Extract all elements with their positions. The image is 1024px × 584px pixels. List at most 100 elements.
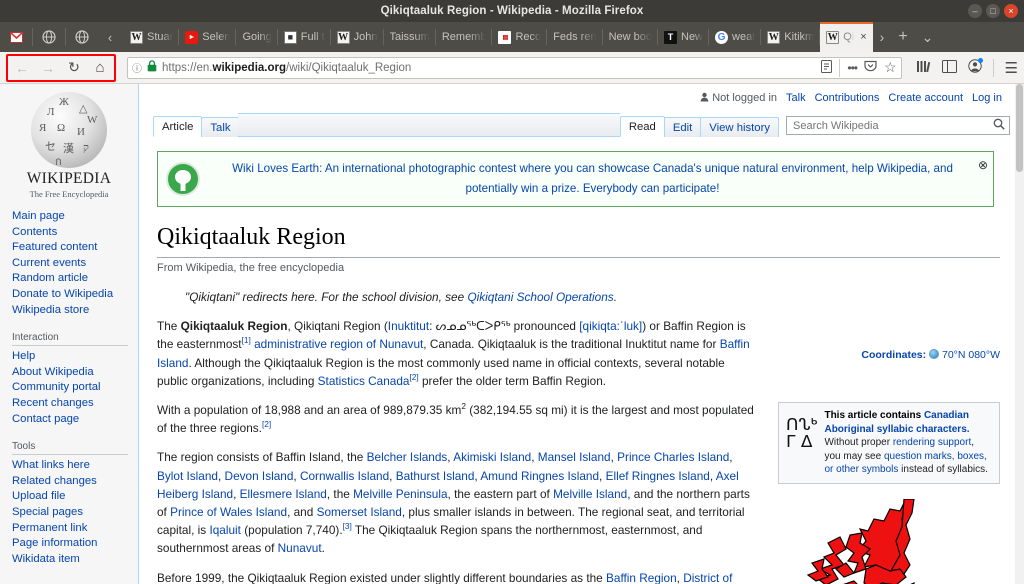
tab-edit[interactable]: Edit: [663, 117, 702, 137]
wiki-link[interactable]: Inuktitut: [388, 319, 429, 333]
sidebar-item-page-information[interactable]: Page information: [12, 536, 138, 552]
browser-tab[interactable]: W Stuar: [124, 22, 180, 52]
forward-button[interactable]: →: [35, 56, 61, 80]
maximize-button[interactable]: □: [986, 4, 1000, 18]
wiki-link[interactable]: [qikiqta:ˈluk]: [579, 319, 642, 333]
browser-tab[interactable]: Going: [236, 22, 279, 52]
globe-icon[interactable]: [35, 22, 63, 52]
hatnote-link[interactable]: Qikiqtani School Operations: [467, 290, 613, 304]
browser-tab[interactable]: T New: [658, 22, 710, 52]
wiki-link[interactable]: Somerset Island: [317, 505, 402, 519]
minimize-button[interactable]: –: [968, 4, 982, 18]
scrollbar-thumb[interactable]: [1016, 84, 1023, 172]
banner-text[interactable]: Wiki Loves Earth: An international photo…: [200, 159, 985, 199]
browser-tab[interactable]: W John: [331, 22, 384, 52]
coordinates-value[interactable]: 70°N 080°W: [942, 349, 1000, 361]
wiki-link[interactable]: Prince Charles Island: [617, 450, 729, 464]
wiki-link[interactable]: Ellesmere Island: [240, 487, 327, 501]
tab-article[interactable]: Article: [153, 116, 203, 137]
wiki-link[interactable]: Devon Island: [225, 469, 294, 483]
wiki-link[interactable]: Iqaluit: [209, 523, 240, 537]
sidebar-item-community-portal[interactable]: Community portal: [12, 380, 138, 396]
reference-link[interactable]: [2]: [409, 372, 418, 382]
personal-link-contributions[interactable]: Contributions: [815, 92, 880, 104]
tab-view-history[interactable]: View history: [700, 117, 779, 137]
wikipedia-logo[interactable]: Ж △ Л W Я Ω И セ 漢 ק ก WIKIPEDIA The Free…: [0, 84, 138, 199]
close-tab-icon[interactable]: ×: [860, 31, 866, 43]
search-input[interactable]: [791, 118, 993, 133]
wiki-link[interactable]: Prince of Wales Island: [170, 505, 287, 519]
reload-button[interactable]: ↻: [61, 56, 87, 80]
browser-tab-active[interactable]: W Qi ×: [820, 22, 873, 52]
reference-link[interactable]: [1]: [242, 335, 251, 345]
rendering-support-link[interactable]: rendering support: [893, 437, 971, 448]
browser-tab[interactable]: ▤ Reco: [492, 22, 547, 52]
reader-view-icon[interactable]: [821, 59, 833, 76]
pocket-icon[interactable]: [864, 60, 877, 75]
wiki-link[interactable]: Melville Island: [553, 487, 627, 501]
wiki-link[interactable]: Baffin Region: [606, 571, 677, 584]
sidebar-item-store[interactable]: Wikipedia store: [12, 303, 138, 319]
wiki-link[interactable]: Bathurst Island: [396, 469, 475, 483]
browser-tab[interactable]: Feds ren: [547, 22, 604, 52]
wiki-link[interactable]: Mansel Island: [538, 450, 611, 464]
close-button[interactable]: ×: [1004, 4, 1018, 18]
personal-link-talk[interactable]: Talk: [786, 92, 806, 104]
wiki-link[interactable]: Nunavut: [278, 541, 322, 555]
nunavut-map-image[interactable]: [754, 499, 1014, 584]
sidebar-item-upload-file[interactable]: Upload file: [12, 489, 138, 505]
browser-tab[interactable]: New boo: [603, 22, 659, 52]
chevron-left-icon[interactable]: ‹: [96, 22, 124, 52]
reference-link[interactable]: [3]: [343, 521, 352, 531]
banner-close-icon[interactable]: ⊗: [978, 158, 988, 172]
sidebar-item-related-changes[interactable]: Related changes: [12, 474, 138, 490]
browser-tab[interactable]: ■ Full t: [278, 22, 331, 52]
personal-link-log-in[interactable]: Log in: [972, 92, 1002, 104]
sidebar-item-recent-changes[interactable]: Recent changes: [12, 396, 138, 412]
sidebar-item-help[interactable]: Help: [12, 349, 138, 365]
browser-tab[interactable]: Taissum: [384, 22, 437, 52]
sidebar-item-about[interactable]: About Wikipedia: [12, 365, 138, 381]
sidebar-item-current-events[interactable]: Current events: [12, 256, 138, 272]
search-container[interactable]: [786, 116, 1010, 135]
coordinates[interactable]: Coordinates: 70°N 080°W: [861, 349, 1000, 361]
bookmark-star-icon[interactable]: ☆: [884, 59, 897, 76]
sidebar-icon[interactable]: [941, 59, 957, 76]
sidebar-item-contents[interactable]: Contents: [12, 225, 138, 241]
library-icon[interactable]: [916, 60, 931, 76]
mail-icon[interactable]: [2, 22, 30, 52]
wiki-link[interactable]: Ellef Ringnes Island: [606, 469, 710, 483]
sidebar-item-contact-page[interactable]: Contact page: [12, 412, 138, 428]
page-info-icon[interactable]: ⓘ: [132, 60, 142, 75]
personal-link-create-account[interactable]: Create account: [888, 92, 963, 104]
browser-tab[interactable]: G weat: [709, 22, 762, 52]
wiki-link[interactable]: Bylot Island: [157, 469, 218, 483]
home-button[interactable]: ⌂: [87, 56, 113, 80]
account-icon[interactable]: [967, 58, 983, 76]
tab-talk[interactable]: Talk: [201, 117, 240, 137]
tab-read[interactable]: Read: [619, 116, 665, 137]
tab-menu-chevron-icon[interactable]: ⌄: [915, 22, 941, 52]
wiki-link[interactable]: Belcher Islands: [367, 450, 448, 464]
back-button[interactable]: ←: [9, 56, 35, 80]
wiki-link[interactable]: Amund Ringnes Island: [480, 469, 599, 483]
sidebar-item-wikidata-item[interactable]: Wikidata item: [12, 552, 138, 568]
address-bar[interactable]: ⓘ https://en.wikipedia.org/wiki/Qikiqtaa…: [127, 56, 902, 79]
sidebar-item-donate[interactable]: Donate to Wikipedia: [12, 287, 138, 303]
sidebar-item-special-pages[interactable]: Special pages: [12, 505, 138, 521]
list-all-tabs-button[interactable]: ›: [873, 22, 892, 52]
sidebar-item-random-article[interactable]: Random article: [12, 271, 138, 287]
page-scrollbar[interactable]: [1015, 84, 1024, 584]
sidebar-item-featured-content[interactable]: Featured content: [12, 240, 138, 256]
browser-tab[interactable]: Rememb: [436, 22, 493, 52]
browser-tab[interactable]: ► Selen: [179, 22, 237, 52]
page-actions-icon[interactable]: •••: [847, 61, 858, 75]
new-tab-button[interactable]: +: [891, 22, 914, 52]
sidebar-item-main-page[interactable]: Main page: [12, 209, 138, 225]
hamburger-menu-icon[interactable]: ☰: [1005, 59, 1018, 77]
sidebar-item-what-links-here[interactable]: What links here: [12, 458, 138, 474]
reference-link[interactable]: [2]: [262, 419, 271, 429]
wiki-link[interactable]: Statistics Canada: [318, 374, 410, 388]
wiki-link[interactable]: Akimiski Island: [453, 450, 531, 464]
wiki-link[interactable]: Melville Peninsula: [353, 487, 447, 501]
